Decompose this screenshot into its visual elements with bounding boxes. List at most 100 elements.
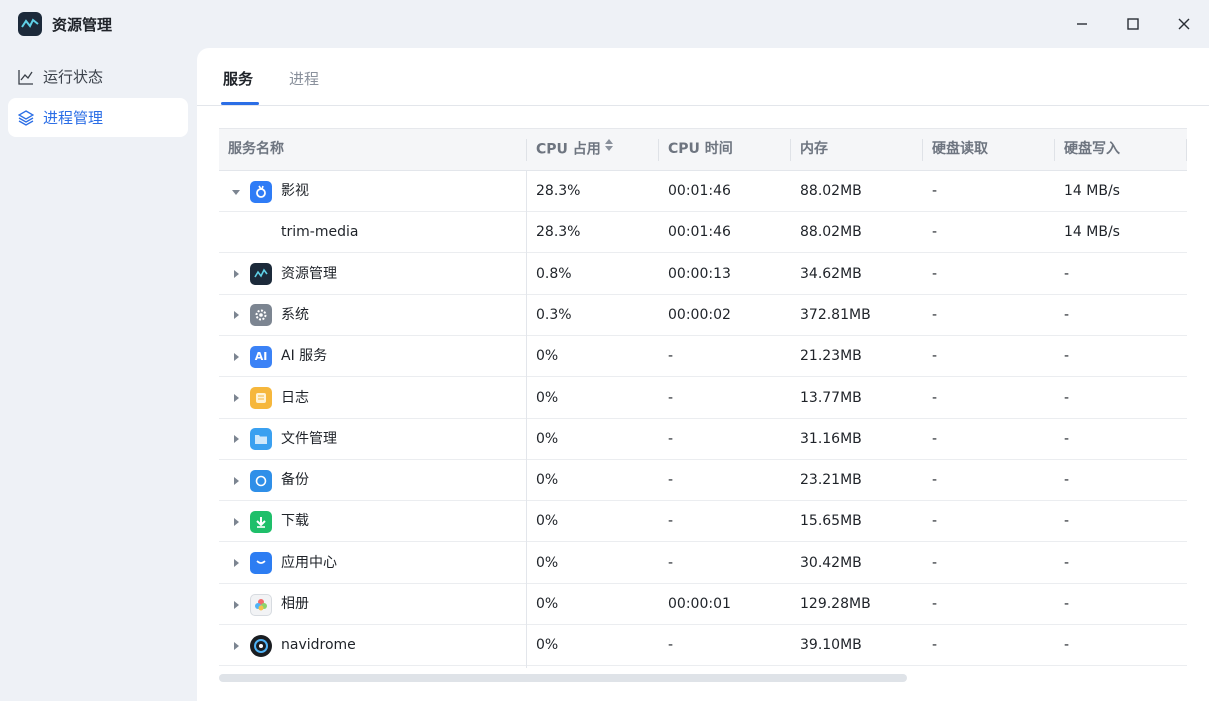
ai-icon: AI	[250, 345, 272, 368]
table-row[interactable]: navidrome 0% - 39.10MB - -	[219, 625, 1187, 667]
column-header-memory[interactable]: 内存	[791, 129, 922, 170]
table-row[interactable]: 影视 28.3% 00:01:46 88.02MB - 14 MB/s	[219, 171, 1187, 212]
cpu-usage-cell: 28.3%	[536, 224, 581, 241]
caret-right-icon[interactable]	[229, 598, 243, 612]
table-child-row[interactable]: trim-media 28.3% 00:01:46 88.02MB - 14 MB/s	[219, 212, 1187, 254]
caret-right-icon[interactable]	[229, 267, 243, 281]
memory-cell: 15.65MB	[800, 513, 862, 530]
service-name-cell: AI AI 服务	[219, 336, 526, 377]
cpu-usage-cell: 0%	[536, 430, 559, 447]
music-disc-icon	[250, 634, 272, 657]
sort-icon[interactable]	[604, 129, 614, 170]
table-row[interactable]: 资源管理 0.8% 00:00:13 34.62MB - -	[219, 254, 1187, 295]
service-name-cell: 系统	[219, 295, 526, 336]
service-name: AI 服务	[281, 348, 328, 365]
disk-read-cell: -	[932, 348, 938, 365]
cpu-usage-cell: 0.3%	[536, 306, 572, 323]
memory-cell: 30.42MB	[800, 554, 862, 571]
table-row[interactable]: 系统 0.3% 00:00:02 372.81MB - -	[219, 295, 1187, 336]
cpu-time-cell: -	[668, 348, 674, 365]
service-name: trim-media	[281, 224, 359, 241]
sidebar-item-running-status[interactable]: 运行状态	[8, 57, 188, 96]
service-name: 影视	[281, 183, 309, 199]
disk-read-cell: -	[932, 430, 938, 447]
caret-right-icon[interactable]	[229, 350, 243, 364]
disk-read-cell: -	[932, 183, 938, 199]
memory-cell: 21.23MB	[800, 348, 862, 365]
memory-cell: 129.28MB	[800, 596, 871, 612]
service-name: 系统	[281, 306, 309, 323]
table-row[interactable]: 文件管理 0% - 31.16MB - -	[219, 419, 1187, 460]
caret-right-icon[interactable]	[229, 308, 243, 322]
service-name: 文件管理	[281, 430, 337, 447]
service-name: 相册	[281, 596, 309, 612]
cpu-time-cell: -	[668, 513, 674, 530]
disk-read-cell: -	[932, 389, 938, 406]
disk-write-cell: -	[1064, 306, 1070, 323]
disk-read-cell: -	[932, 513, 938, 530]
table-row[interactable]: 应用中心 0% - 30.42MB - -	[219, 543, 1187, 584]
app-title: 资源管理	[52, 16, 113, 34]
tab-processes[interactable]: 进程	[289, 68, 319, 105]
tab-bar: 服务 进程	[197, 48, 1209, 106]
caret-right-icon[interactable]	[229, 391, 243, 405]
caret-right-icon[interactable]	[229, 432, 243, 446]
backup-icon	[250, 469, 272, 492]
close-icon[interactable]	[1170, 10, 1198, 38]
caret-right-icon[interactable]	[229, 515, 243, 529]
sidebar-item-label: 进程管理	[43, 109, 104, 127]
icon-text: AI	[254, 350, 268, 364]
cpu-usage-cell: 0%	[536, 472, 559, 489]
table-row[interactable]: 相册 0% 00:00:01 129.28MB - -	[219, 584, 1187, 625]
column-header-service-name[interactable]: 服务名称	[219, 129, 526, 170]
sidebar-item-process-management[interactable]: 进程管理	[8, 98, 188, 137]
cpu-usage-cell: 0%	[536, 389, 559, 406]
cpu-usage-cell: 0%	[536, 637, 559, 654]
tab-services[interactable]: 服务	[223, 68, 253, 105]
column-header-cpu-time[interactable]: CPU 时间	[659, 129, 791, 170]
service-name-cell: 影视	[219, 171, 526, 212]
minimize-icon[interactable]	[1068, 10, 1096, 38]
service-name: navidrome	[281, 637, 356, 654]
memory-cell: 34.62MB	[800, 265, 862, 282]
disk-write-cell: -	[1064, 389, 1070, 406]
column-header-disk-read[interactable]: 硬盘读取	[923, 129, 1055, 170]
table-row[interactable]: 日志 0% - 13.77MB - -	[219, 378, 1187, 419]
cpu-usage-cell: 0.8%	[536, 265, 572, 282]
disk-write-cell: -	[1064, 472, 1070, 489]
folder-icon	[250, 428, 272, 451]
app-store-icon	[250, 552, 272, 575]
main-panel: 服务 进程 服务名称 CPU 占用 CPU 时间 内存 硬盘读取 硬盘写入 影视…	[197, 48, 1209, 701]
cpu-usage-cell: 28.3%	[536, 183, 581, 199]
column-header-cpu-usage[interactable]: CPU 占用	[527, 129, 658, 170]
column-header-disk-write[interactable]: 硬盘写入	[1055, 129, 1187, 170]
caret-right-icon[interactable]	[229, 639, 243, 653]
memory-cell: 88.02MB	[800, 183, 862, 199]
table-row[interactable]: AI AI 服务 0% - 21.23MB - -	[219, 336, 1187, 378]
app-logo-icon	[18, 12, 42, 36]
name-column-divider	[526, 171, 527, 668]
column-header-label: CPU 占用	[536, 141, 601, 158]
service-name: 资源管理	[281, 265, 337, 282]
service-name: 日志	[281, 389, 309, 406]
service-name-cell: 资源管理	[219, 254, 526, 295]
caret-down-icon[interactable]	[229, 185, 243, 199]
table-row[interactable]: 下载 0% - 15.65MB - -	[219, 501, 1187, 543]
service-name-cell: 日志	[219, 378, 526, 419]
horizontal-scrollbar[interactable]	[219, 674, 907, 682]
service-name-cell: 应用中心	[219, 543, 526, 584]
disk-write-cell: -	[1064, 596, 1070, 612]
disk-read-cell: -	[932, 265, 938, 282]
sidebar-item-label: 运行状态	[43, 68, 104, 86]
caret-right-icon[interactable]	[229, 556, 243, 570]
memory-cell: 88.02MB	[800, 224, 862, 241]
disk-read-cell: -	[932, 306, 938, 323]
disk-read-cell: -	[932, 637, 938, 654]
column-divider[interactable]	[1186, 139, 1187, 161]
service-name-cell: 下载	[219, 501, 526, 542]
maximize-icon[interactable]	[1119, 10, 1147, 38]
table-row[interactable]: 备份 0% - 23.21MB - -	[219, 460, 1187, 502]
service-name: 应用中心	[281, 554, 337, 571]
service-name-cell: 文件管理	[219, 419, 526, 460]
caret-right-icon[interactable]	[229, 474, 243, 488]
